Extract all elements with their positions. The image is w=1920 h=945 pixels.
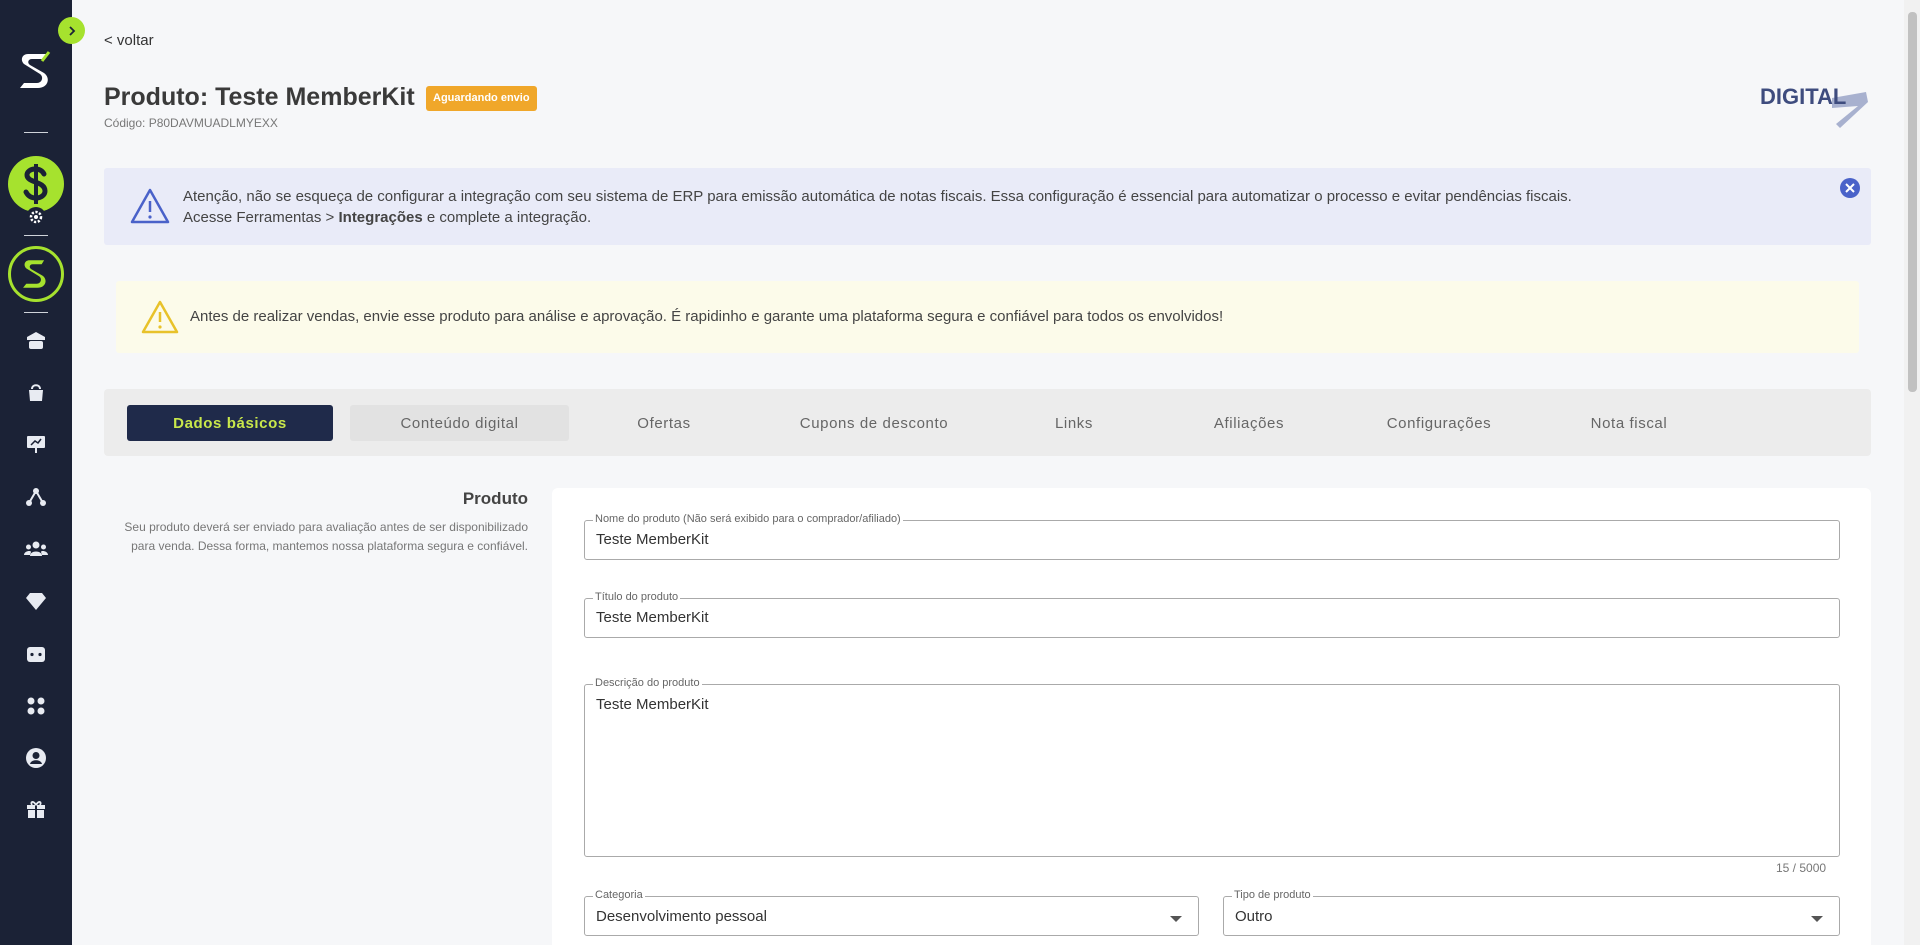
product-description-value: Teste MemberKit: [596, 696, 709, 713]
bag-icon[interactable]: [24, 380, 48, 404]
category-select[interactable]: Categoria Desenvolvimento pessoal: [584, 889, 1199, 936]
apps-icon[interactable]: [24, 694, 48, 718]
close-alert-button[interactable]: [1840, 178, 1860, 198]
sidebar-divider: [24, 235, 48, 236]
tab-afiliacoes[interactable]: Afiliações: [1169, 405, 1329, 441]
product-title-field[interactable]: Título do produto Teste MemberKit: [584, 591, 1840, 638]
home-icon[interactable]: [24, 328, 48, 352]
page-title: Produto: Teste MemberKit: [104, 83, 415, 111]
product-tabs: Dados básicos Conteúdo digital Ofertas C…: [104, 389, 1871, 456]
warning-triangle-icon: [141, 300, 179, 339]
product-title-label: Título do produto: [593, 591, 681, 603]
sidebar-toggle-button[interactable]: [58, 17, 85, 44]
diamond-icon[interactable]: [24, 589, 48, 613]
review-alert: Antes de realizar vendas, envie esse pro…: [116, 281, 1859, 353]
review-alert-text: Antes de realizar vendas, envie esse pro…: [190, 308, 1224, 325]
sidebar-divider: [24, 312, 48, 313]
gift-icon[interactable]: [24, 797, 48, 821]
product-name-field[interactable]: Nome do produto (Não será exibido para o…: [584, 513, 1840, 560]
product-type-select[interactable]: Tipo de produto Outro: [1223, 889, 1840, 936]
integrations-link[interactable]: Integrações: [338, 209, 422, 226]
product-description-label: Descrição do produto: [593, 677, 702, 689]
product-name-value: Teste MemberKit: [596, 531, 709, 548]
tab-conteudo-digital[interactable]: Conteúdo digital: [350, 405, 569, 441]
sidebar: [0, 0, 72, 945]
sidebar-divider: [24, 132, 48, 133]
product-form: Nome do produto (Não será exibido para o…: [552, 488, 1871, 945]
erp-alert-text: Atenção, não se esqueça de configurar a …: [183, 186, 1572, 228]
product-type-label: Tipo de produto: [1232, 889, 1313, 901]
tab-links[interactable]: Links: [1004, 405, 1144, 441]
user-circle-icon[interactable]: [24, 746, 48, 770]
category-value: Desenvolvimento pessoal: [596, 908, 767, 925]
chevron-down-icon: [1170, 916, 1182, 922]
account-switch-icon[interactable]: [8, 246, 64, 302]
gear-icon[interactable]: [26, 207, 46, 227]
erp-alert-line1: Atenção, não se esqueça de configurar a …: [183, 188, 1572, 205]
product-name-label: Nome do produto (Não será exibido para o…: [593, 513, 903, 525]
dice-icon[interactable]: [24, 642, 48, 666]
users-icon[interactable]: [24, 537, 48, 561]
dollar-icon[interactable]: [8, 156, 64, 212]
category-label: Categoria: [593, 889, 645, 901]
product-description-textarea[interactable]: Descrição do produto Teste MemberKit: [584, 677, 1840, 857]
chevron-down-icon: [1811, 916, 1823, 922]
close-icon: [1845, 183, 1855, 193]
erp-integration-alert: Atenção, não se esqueça de configurar a …: [104, 168, 1871, 245]
tab-nota-fiscal[interactable]: Nota fiscal: [1549, 405, 1709, 441]
tab-cupons-de-desconto[interactable]: Cupons de desconto: [764, 405, 984, 441]
presentation-icon[interactable]: [24, 432, 48, 456]
section-title: Produto: [462, 489, 528, 508]
status-badge: Aguardando envio: [426, 86, 537, 111]
digital-product-logo: DIGITAL: [1760, 84, 1872, 130]
product-code: Código: P80DAVMUADLMYEXX: [104, 116, 278, 130]
digital-logo-text: DIGITAL: [1760, 84, 1846, 109]
brand-logo[interactable]: [18, 50, 54, 92]
scrollbar-thumb[interactable]: [1908, 12, 1917, 392]
warning-triangle-icon: [130, 187, 170, 230]
section-description: Seu produto deverá ser enviado para aval…: [124, 520, 528, 553]
product-title-value: Teste MemberKit: [596, 609, 709, 626]
description-char-counter: 15 / 5000: [1776, 861, 1827, 875]
erp-alert-prefix: Acesse Ferramentas >: [183, 209, 339, 226]
tab-ofertas[interactable]: Ofertas: [584, 405, 744, 441]
page-scrollbar[interactable]: [1904, 0, 1920, 945]
back-link[interactable]: < voltar: [104, 32, 154, 49]
erp-alert-line2: Acesse Ferramentas > Integrações e compl…: [183, 207, 1572, 228]
erp-alert-suffix: e complete a integração.: [422, 209, 592, 226]
product-type-value: Outro: [1235, 908, 1273, 925]
chevron-right-icon: [68, 25, 75, 36]
tab-dados-basicos[interactable]: Dados básicos: [127, 405, 333, 441]
tab-configuracoes[interactable]: Configurações: [1344, 405, 1534, 441]
network-icon[interactable]: [24, 485, 48, 509]
